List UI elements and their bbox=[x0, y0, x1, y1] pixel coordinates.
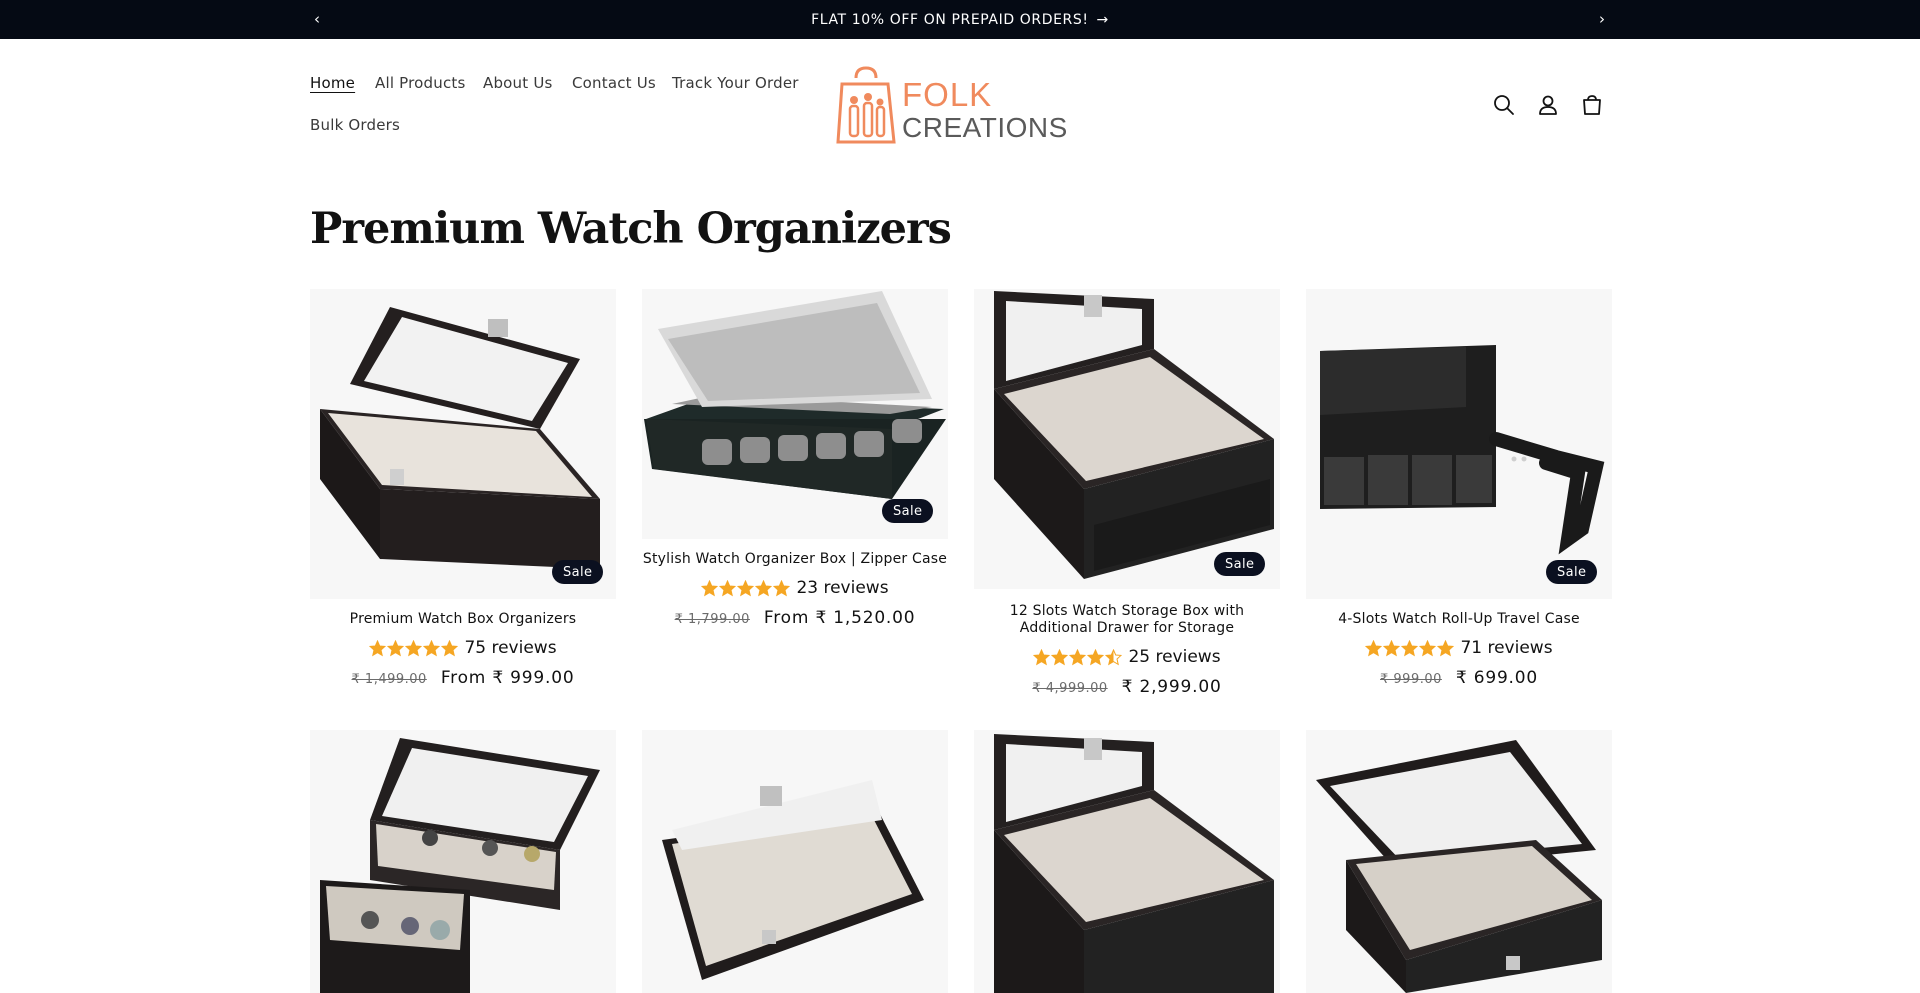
star-icon bbox=[1419, 639, 1437, 656]
original-price: ₹ 1,499.00 bbox=[351, 672, 427, 687]
star-icon bbox=[369, 639, 387, 656]
product-card[interactable] bbox=[310, 730, 616, 993]
product-rating: 25 reviews bbox=[974, 647, 1280, 667]
product-price: ₹ 999.00 ₹ 699.00 bbox=[1306, 668, 1612, 688]
product-image[interactable] bbox=[310, 730, 616, 993]
product-card[interactable] bbox=[642, 730, 948, 993]
product-rating: 23 reviews bbox=[642, 578, 948, 598]
star-icon bbox=[1069, 648, 1087, 665]
product-image[interactable] bbox=[642, 730, 948, 993]
announcement-link[interactable]: FLAT 10% OFF ON PREPAID ORDERS! → bbox=[0, 0, 1920, 39]
nav-contact-us[interactable]: Contact Us bbox=[572, 74, 656, 92]
product-name[interactable]: 4-Slots Watch Roll-Up Travel Case bbox=[1306, 611, 1612, 628]
star-icon bbox=[1401, 639, 1419, 656]
star-rating bbox=[1033, 648, 1123, 666]
product-image[interactable]: Sale bbox=[310, 289, 616, 599]
review-count: 23 reviews bbox=[796, 578, 889, 598]
star-icon bbox=[773, 579, 791, 596]
star-icon bbox=[1033, 648, 1051, 665]
star-icon bbox=[1383, 639, 1401, 656]
nav-track-order[interactable]: Track Your Order bbox=[672, 74, 799, 92]
product-rating: 71 reviews bbox=[1306, 638, 1612, 658]
star-icon bbox=[1105, 648, 1123, 665]
product-image[interactable]: Sale bbox=[974, 289, 1280, 589]
star-rating bbox=[369, 639, 459, 657]
sale-price: ₹ 699.00 bbox=[1455, 668, 1538, 688]
sale-price: From ₹ 1,520.00 bbox=[763, 608, 916, 628]
logo-text-folk: FOLK bbox=[902, 76, 992, 113]
arrow-right-icon: → bbox=[1096, 11, 1109, 28]
announcement-text: FLAT 10% OFF ON PREPAID ORDERS! bbox=[811, 11, 1089, 28]
sale-badge: Sale bbox=[552, 560, 604, 584]
star-icon bbox=[1051, 648, 1069, 665]
announcement-bar: ‹ FLAT 10% OFF ON PREPAID ORDERS! → › bbox=[0, 0, 1920, 39]
account-button[interactable] bbox=[1534, 91, 1562, 119]
star-icon bbox=[719, 579, 737, 596]
sale-price: ₹ 2,999.00 bbox=[1121, 677, 1222, 697]
next-announcement-button[interactable]: › bbox=[1592, 9, 1612, 29]
sale-badge: Sale bbox=[1214, 552, 1266, 576]
product-name[interactable]: Stylish Watch Organizer Box | Zipper Cas… bbox=[642, 551, 948, 568]
page-title: Premium Watch Organizers bbox=[310, 204, 952, 254]
product-card[interactable]: Sale 12 Slots Watch Storage Box with Add… bbox=[974, 289, 1280, 709]
brand-logo[interactable]: FOLK CREATIONS bbox=[836, 64, 1086, 148]
star-icon bbox=[1365, 639, 1383, 656]
star-icon bbox=[405, 639, 423, 656]
product-name[interactable]: Premium Watch Box Organizers bbox=[310, 611, 616, 628]
product-image[interactable]: Sale bbox=[642, 289, 948, 539]
original-price: ₹ 4,999.00 bbox=[1032, 681, 1108, 696]
search-icon bbox=[1494, 95, 1514, 115]
account-icon bbox=[1539, 95, 1557, 115]
search-button[interactable] bbox=[1490, 91, 1518, 119]
product-image[interactable] bbox=[1306, 730, 1612, 993]
product-name[interactable]: 12 Slots Watch Storage Box with Addition… bbox=[974, 603, 1280, 637]
nav-home[interactable]: Home bbox=[310, 74, 355, 92]
brand-logo-mark: FOLK CREATIONS bbox=[836, 66, 1068, 144]
star-rating bbox=[701, 579, 791, 597]
nav-about-us[interactable]: About Us bbox=[483, 74, 553, 92]
star-icon bbox=[701, 579, 719, 596]
product-card[interactable] bbox=[974, 730, 1280, 993]
nav-bulk-orders[interactable]: Bulk Orders bbox=[310, 116, 400, 134]
product-price: ₹ 4,999.00 ₹ 2,999.00 bbox=[974, 677, 1280, 697]
star-icon bbox=[1087, 648, 1105, 665]
star-icon bbox=[755, 579, 773, 596]
original-price: ₹ 999.00 bbox=[1380, 672, 1442, 687]
product-price: ₹ 1,499.00 From ₹ 999.00 bbox=[310, 668, 616, 688]
product-card[interactable]: Sale Stylish Watch Organizer Box | Zippe… bbox=[642, 289, 948, 629]
star-icon bbox=[737, 579, 755, 596]
review-count: 71 reviews bbox=[1460, 638, 1553, 658]
sale-price: From ₹ 999.00 bbox=[440, 668, 575, 688]
sale-badge: Sale bbox=[1546, 560, 1598, 584]
logo-text-creations: CREATIONS bbox=[902, 112, 1068, 143]
header-icons bbox=[1490, 91, 1601, 119]
product-rating: 75 reviews bbox=[310, 638, 616, 658]
product-card[interactable]: Sale 4-Slots Watch Roll-Up Travel Case 7… bbox=[1306, 289, 1612, 709]
star-icon bbox=[387, 639, 405, 656]
sale-badge: Sale bbox=[882, 499, 934, 523]
original-price: ₹ 1,799.00 bbox=[674, 612, 750, 627]
review-count: 25 reviews bbox=[1128, 647, 1221, 667]
product-card[interactable] bbox=[1306, 730, 1612, 993]
nav-all-products[interactable]: All Products bbox=[375, 74, 466, 92]
product-image[interactable]: Sale bbox=[1306, 289, 1612, 599]
product-image[interactable] bbox=[974, 730, 1280, 993]
product-card[interactable]: Sale Premium Watch Box Organizers 75 rev… bbox=[310, 289, 616, 709]
cart-icon bbox=[1583, 95, 1601, 115]
star-icon bbox=[1437, 639, 1455, 656]
star-icon bbox=[441, 639, 459, 656]
review-count: 75 reviews bbox=[464, 638, 557, 658]
cart-button[interactable] bbox=[1578, 91, 1606, 119]
star-rating bbox=[1365, 639, 1455, 657]
chevron-right-icon: › bbox=[1599, 10, 1605, 28]
product-price: ₹ 1,799.00 From ₹ 1,520.00 bbox=[642, 608, 948, 628]
star-icon bbox=[423, 639, 441, 656]
